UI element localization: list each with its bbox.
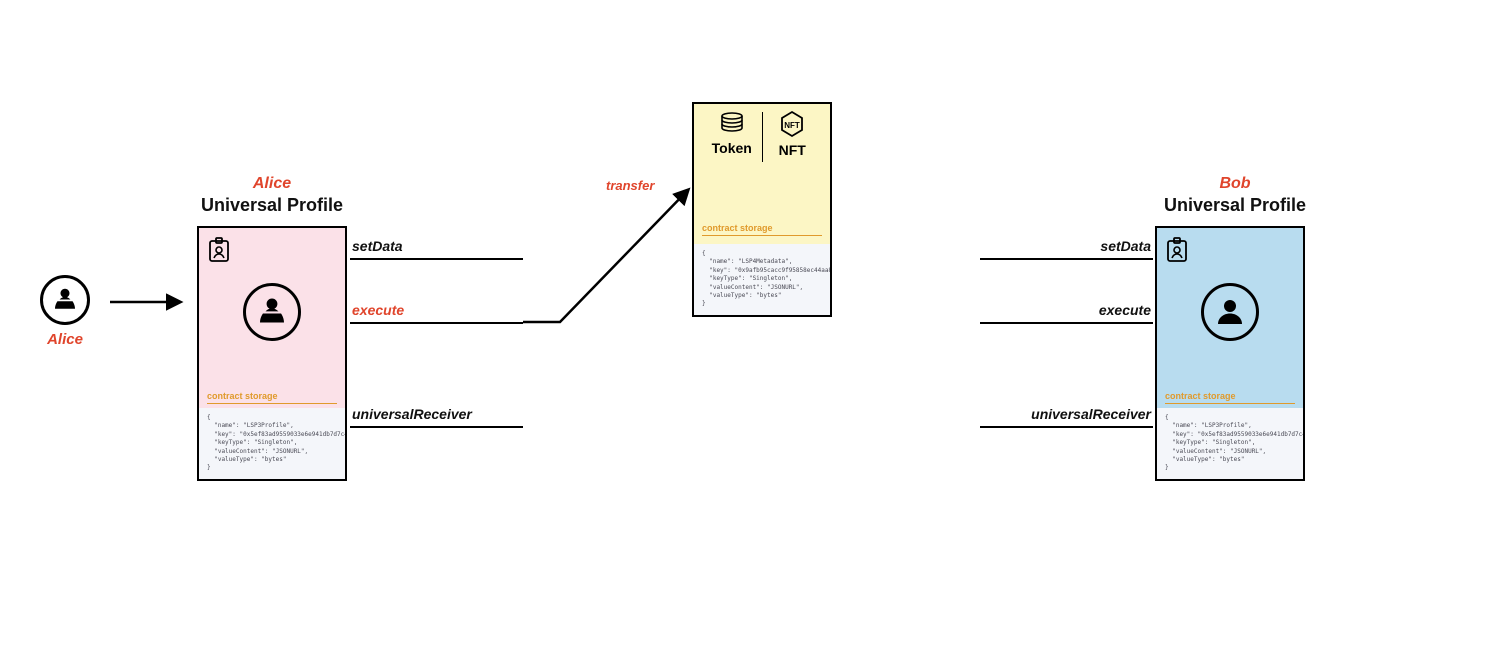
token-label: Token xyxy=(712,140,752,156)
alice-profile-subtitle: Universal Profile xyxy=(162,195,382,216)
nft-label: NFT xyxy=(779,142,806,158)
bob-profile-subtitle: Universal Profile xyxy=(1125,195,1345,216)
svg-text:NFT: NFT xyxy=(784,121,800,130)
person-icon xyxy=(40,275,90,325)
bob-execute-line: execute xyxy=(980,322,1153,324)
bob-profile-accent: Bob xyxy=(1125,175,1345,193)
bob-profile-card: contract storage { "name": "LSP3Profile"… xyxy=(1155,226,1305,481)
bob-code-block: { "name": "LSP3Profile", "key": "0x5ef83… xyxy=(1157,408,1303,479)
bob-setdata-label: setData xyxy=(1100,238,1151,254)
alice-universalreceiver-label: universalReceiver xyxy=(352,406,472,422)
alice-execute-line: execute xyxy=(350,322,523,324)
storage-label: contract storage xyxy=(207,391,337,404)
coins-icon xyxy=(718,110,746,136)
alice-profile-title: Alice Universal Profile xyxy=(162,175,382,216)
token-nft-card: Token NFT NFT contract storage { "name":… xyxy=(692,102,832,317)
token-storage-label: contract storage xyxy=(702,223,822,236)
alice-universalreceiver-line: universalReceiver xyxy=(350,426,523,428)
alice-profile-card: contract storage { "name": "LSP3Profile"… xyxy=(197,226,347,481)
alice-code-block: { "name": "LSP3Profile", "key": "0x5ef83… xyxy=(199,408,345,479)
transfer-label: transfer xyxy=(606,178,654,193)
alice-execute-label: execute xyxy=(352,302,404,318)
bob-universalreceiver-line: universalReceiver xyxy=(980,426,1153,428)
nft-icon: NFT xyxy=(778,110,806,138)
profile-avatar-icon xyxy=(1201,283,1259,341)
nft-cell: NFT NFT xyxy=(763,110,823,158)
token-cell: Token xyxy=(702,110,762,156)
bob-execute-label: execute xyxy=(1099,302,1151,318)
id-badge-icon xyxy=(1165,236,1189,269)
token-code-block: { "name": "LSP4Metadata", "key": "0x9afb… xyxy=(694,244,830,315)
bob-universalreceiver-label: universalReceiver xyxy=(1031,406,1151,422)
bob-profile-title: Bob Universal Profile xyxy=(1125,175,1345,216)
profile-avatar-icon xyxy=(243,283,301,341)
alice-setdata-label: setData xyxy=(352,238,403,254)
id-badge-icon xyxy=(207,236,231,269)
actor-alice-name: Alice xyxy=(40,331,90,348)
bob-setdata-line: setData xyxy=(980,258,1153,260)
alice-setdata-line: setData xyxy=(350,258,523,260)
actor-alice: Alice xyxy=(40,275,90,348)
alice-profile-accent: Alice xyxy=(162,175,382,193)
bob-storage-label: contract storage xyxy=(1165,391,1295,404)
